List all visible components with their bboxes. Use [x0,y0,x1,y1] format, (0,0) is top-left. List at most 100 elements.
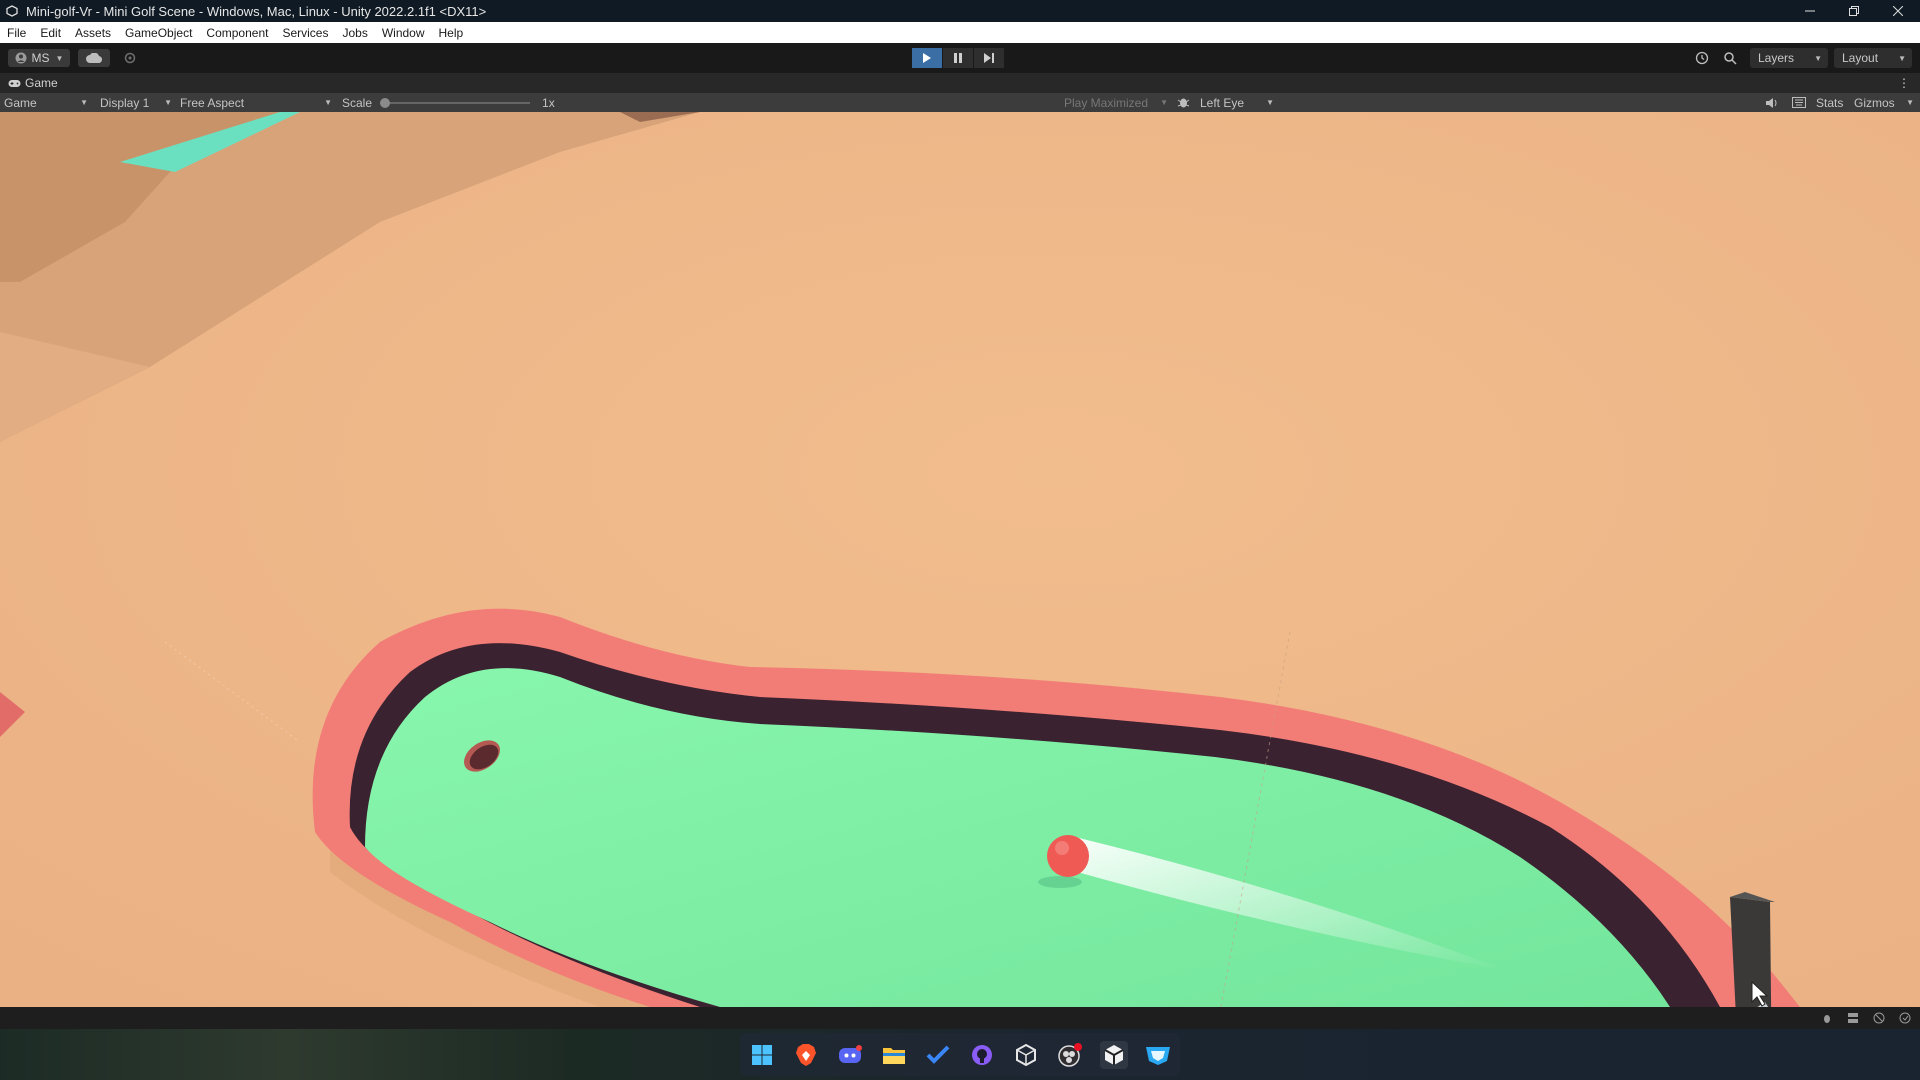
scale-control: Scale 1x [342,95,555,110]
undo-history-button[interactable] [1688,51,1716,65]
scale-value: 1x [542,95,555,110]
chevron-down-icon: ▼ [1898,53,1906,63]
aspect-dropdown[interactable]: Free Aspect ▼ [180,95,332,110]
window-title: Mini-golf-Vr - Mini Golf Scene - Windows… [26,3,487,19]
menu-services[interactable]: Services [275,26,335,40]
unity-editor-icon[interactable] [1100,1040,1128,1069]
toolbar-right: Layers ▼ Layout ▼ [1688,48,1912,68]
eye-dropdown[interactable]: Left Eye ▼ [1200,95,1274,110]
step-icon [984,53,994,63]
close-icon [1893,6,1903,16]
menu-help[interactable]: Help [432,26,471,40]
chevron-down-icon: ▼ [1906,98,1914,107]
display-dropdown[interactable]: Display 1 ▼ [100,95,172,110]
tab-game-label: Game [25,76,58,90]
game-view-toolbar: Game ▼ Display 1 ▼ Free Aspect ▼ Scale 1… [0,93,1920,112]
chevron-down-icon: ▼ [1814,53,1822,63]
stats-label: Stats [1816,95,1844,110]
menu-file[interactable]: File [0,26,33,40]
search-button[interactable] [1716,51,1744,65]
account-dropdown[interactable]: MS ▼ [8,49,70,67]
mute-audio-toggle[interactable] [1765,95,1778,110]
search-icon [1724,52,1737,65]
obs-icon[interactable] [1056,1041,1084,1069]
taskbar-apps [740,1033,1180,1076]
editor-status-bar [0,1007,1920,1029]
pause-button[interactable] [943,48,973,68]
step-button[interactable] [974,48,1004,68]
golf-ball-highlight [1055,841,1069,855]
menu-window[interactable]: Window [375,26,432,40]
brave-browser-icon[interactable] [792,1041,820,1069]
close-button[interactable] [1876,0,1920,22]
stats-toggle[interactable]: Stats [1816,95,1843,110]
view-mode-label: Game [4,95,37,110]
aspect-label: Free Aspect [180,95,245,110]
menu-jobs[interactable]: Jobs [335,26,374,40]
chevron-down-icon: ▼ [55,53,64,63]
gizmos-dropdown[interactable]: Gizmos ▼ [1854,95,1914,110]
play-button[interactable] [912,48,942,68]
restore-button[interactable] [1832,0,1876,22]
file-explorer-icon[interactable] [880,1041,908,1069]
panel-tab-bar: Game ⋮ [0,73,1920,93]
collab-button[interactable] [118,49,142,67]
window-titlebar: Mini-golf-Vr - Mini Golf Scene - Windows… [0,0,1920,22]
scale-label: Scale [342,95,373,110]
xr-eye-toggle[interactable] [1177,95,1190,110]
chevron-down-icon: ▼ [324,98,332,107]
cloud-icon [86,53,102,63]
discord-icon[interactable] [836,1041,864,1069]
github-desktop-icon[interactable] [968,1041,996,1069]
keyboard-icon [1792,97,1806,108]
speaker-icon [1766,97,1777,108]
minimize-button[interactable] [1788,0,1832,22]
windows-taskbar [0,1029,1920,1080]
layout-dropdown[interactable]: Layout ▼ [1834,48,1912,68]
restore-icon [1849,6,1859,16]
view-mode-dropdown[interactable]: Game ▼ [4,95,88,110]
pause-icon [954,53,962,63]
play-mode-dropdown[interactable]: Play Maximized ▼ [1064,95,1168,110]
layers-dropdown[interactable]: Layers ▼ [1750,48,1828,68]
cache-server-icon[interactable] [1846,1011,1860,1025]
game-scene[interactable] [0,112,1920,1007]
vpn-shield-icon[interactable] [1144,1041,1172,1069]
layers-label: Layers [1758,51,1795,65]
unity-logo-icon [6,5,18,17]
progress-icon[interactable] [1872,1011,1886,1025]
scale-slider-handle[interactable] [380,97,391,108]
display-label: Display 1 [100,95,150,110]
keyboard-shortcuts-toggle[interactable] [1792,95,1806,110]
golf-ball [1047,835,1089,877]
chevron-down-icon: ▼ [80,98,88,107]
notifications-icon[interactable] [1898,1011,1912,1025]
account-icon [15,52,27,64]
cloud-button[interactable] [78,49,110,67]
panel-menu-icon[interactable]: ⋮ [1898,76,1910,90]
play-controls [912,48,1005,68]
bug-icon [1177,98,1190,108]
unity-hub-icon[interactable] [1012,1041,1040,1069]
menu-component[interactable]: Component [199,26,275,40]
todo-icon[interactable] [924,1041,952,1069]
menu-bar: File Edit Assets GameObject Component Se… [0,22,1920,43]
main-toolbar: MS ▼ Layers ▼ Layout ▼ [0,43,1920,73]
game-viewport[interactable] [0,112,1920,1007]
layout-label: Layout [1842,51,1879,65]
menu-assets[interactable]: Assets [68,26,118,40]
chevron-down-icon: ▼ [164,98,172,107]
windows-start-icon[interactable] [748,1041,776,1069]
chevron-down-icon: ▼ [1266,98,1274,107]
minimize-icon [1805,10,1815,12]
menu-edit[interactable]: Edit [33,26,68,40]
play-mode-label: Play Maximized [1064,95,1149,110]
play-icon [923,53,931,63]
bug-status-icon[interactable] [1820,1011,1834,1025]
tab-game[interactable]: Game [0,76,58,90]
gizmos-label: Gizmos [1854,95,1895,110]
golf-ball-shadow [1038,876,1082,888]
account-label: MS [31,51,50,65]
scale-slider[interactable] [380,97,531,108]
menu-gameobject[interactable]: GameObject [118,26,199,40]
